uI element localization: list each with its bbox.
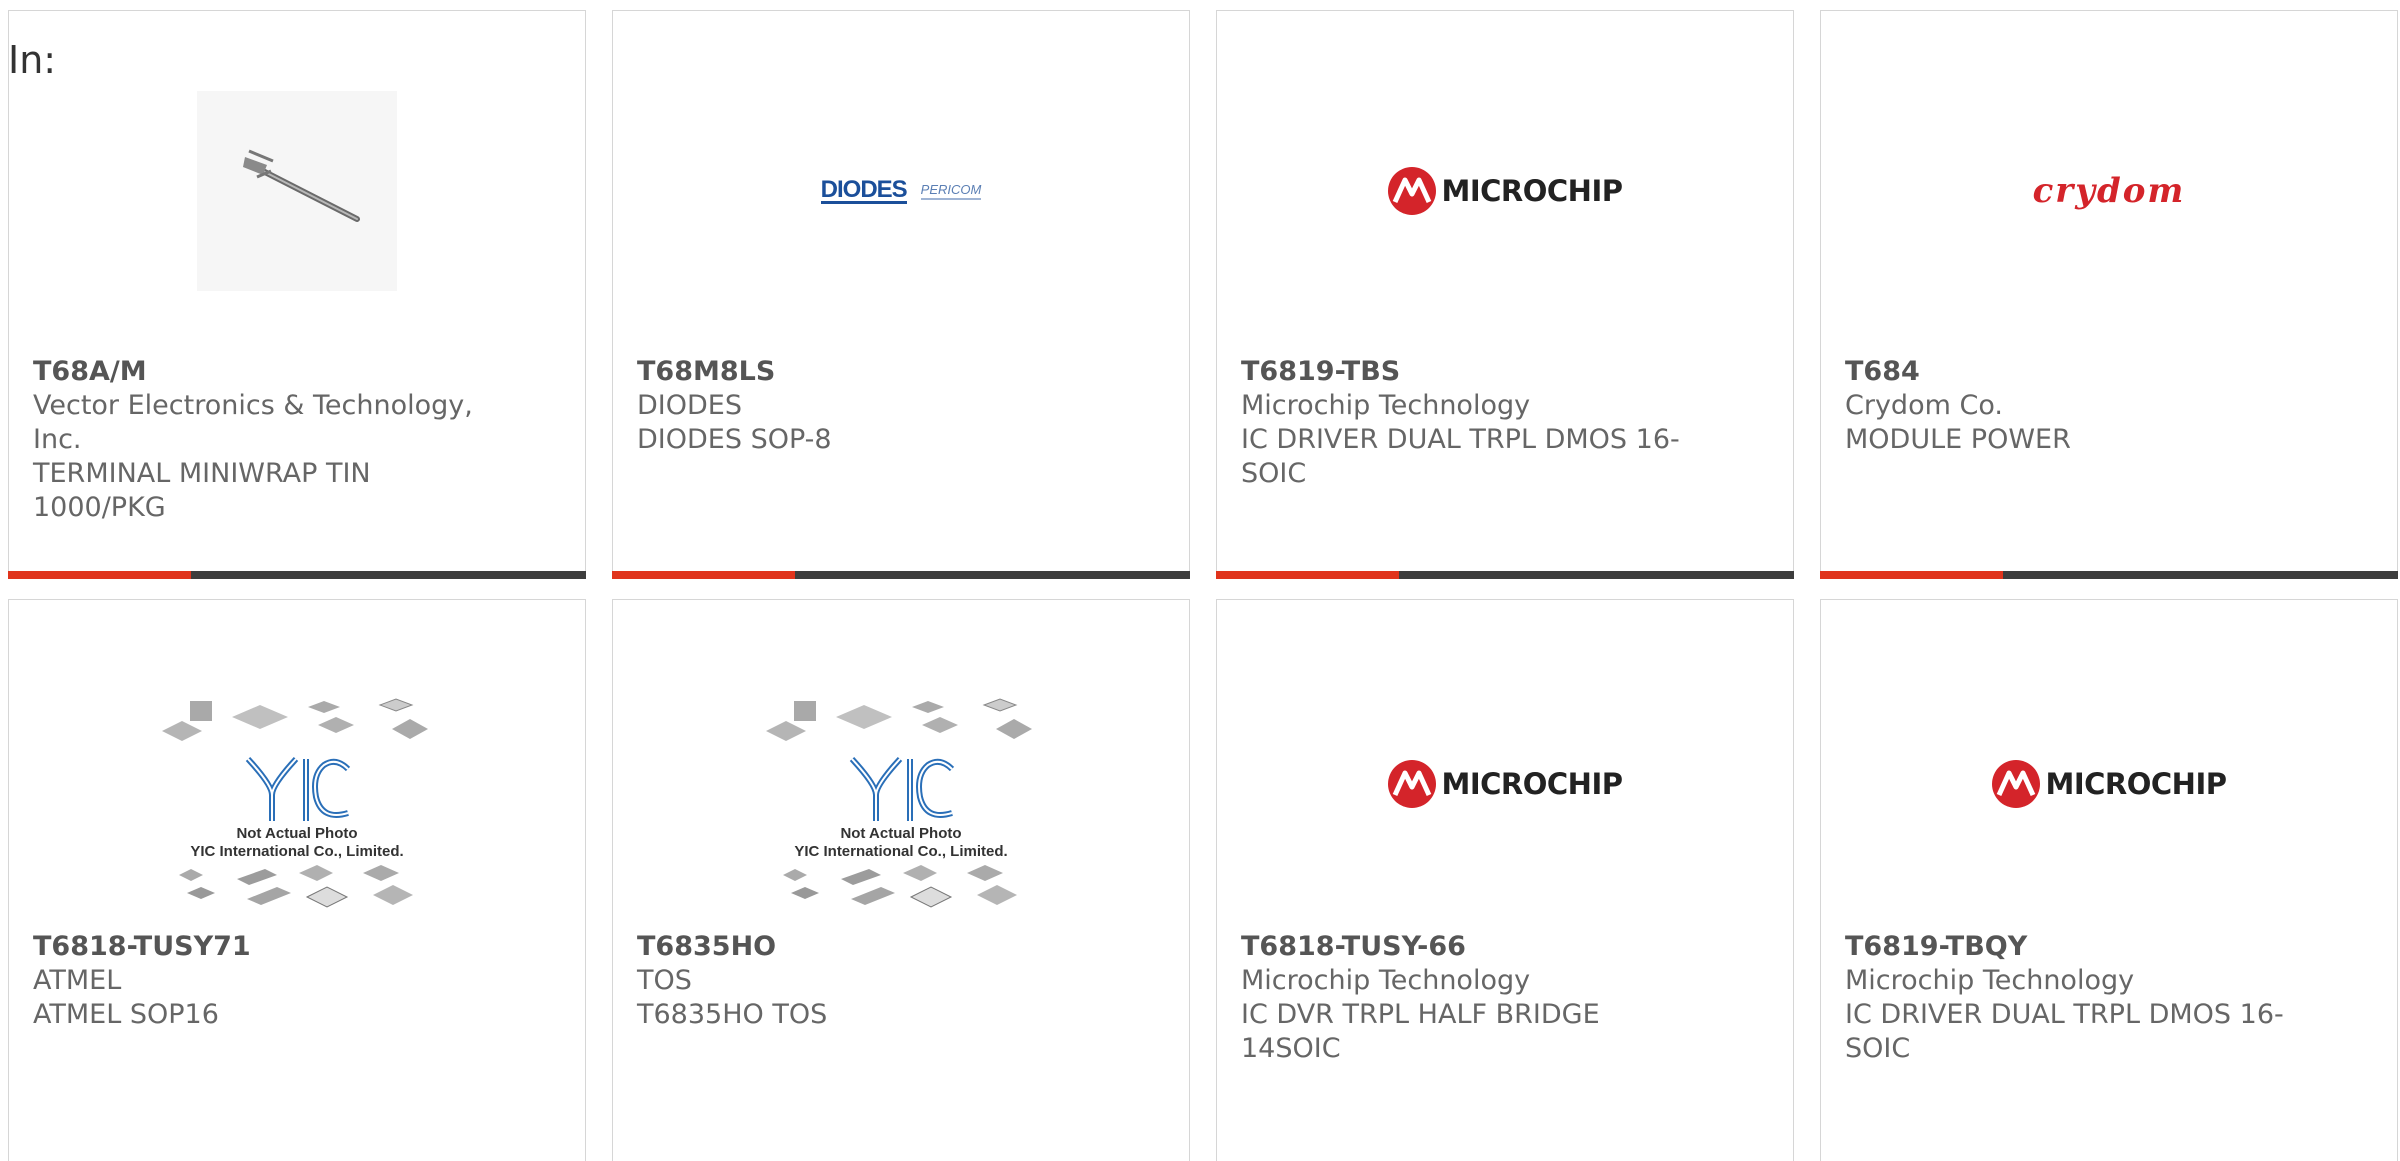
product-info: T68M8LS DIODES DIODES SOP-8 [637, 355, 1077, 457]
manufacturer-line: Inc. [33, 424, 82, 455]
yic-logo-icon [849, 756, 955, 821]
card-bar [612, 571, 1190, 579]
product-info: T68A/M Vector Electronics & Technology, … [33, 355, 473, 525]
product-image[interactable]: MICROCHIP [1217, 664, 1793, 904]
product-card[interactable]: T68A/M Vector Electronics & Technology, … [8, 10, 586, 579]
product-image[interactable]: MICROCHIP [1217, 71, 1793, 311]
card-bar-accent [612, 571, 795, 579]
product-image[interactable]: Not Actual Photo YIC International Co., … [9, 686, 585, 926]
page: In: T68A/M Vector Electronics & Technolo… [0, 0, 2400, 1161]
product-image[interactable]: DIODES PERICOM [613, 71, 1189, 311]
caption-line: Not Actual Photo [840, 825, 962, 842]
card-bar [1216, 571, 1794, 579]
manufacturer-line: DIODES [637, 390, 742, 421]
product-grid: T68A/M Vector Electronics & Technology, … [8, 10, 2398, 1161]
in-label: In: [8, 38, 57, 82]
description-line: IC DVR TRPL HALF BRIDGE [1241, 999, 1600, 1030]
card-bar [1820, 571, 2398, 579]
part-number[interactable]: T684 [1845, 355, 2285, 389]
product-card[interactable]: Not Actual Photo YIC International Co., … [612, 599, 1190, 1161]
microchip-icon [1388, 167, 1437, 215]
product-info: T6819-TBQY Microchip Technology IC DRIVE… [1845, 930, 2285, 1066]
terminal-pin-icon [197, 91, 397, 291]
part-number[interactable]: T68A/M [33, 355, 473, 389]
product-info: T6835HO TOS T6835HO TOS [637, 930, 1077, 1032]
part-number[interactable]: T6818-TUSY71 [33, 930, 473, 964]
card-bar-accent [1216, 571, 1399, 579]
product-card[interactable]: crydom T684 Crydom Co. MODULE POWER [1820, 10, 2398, 579]
ic-packages-icon [179, 865, 413, 908]
description-line: ATMEL SOP16 [33, 999, 219, 1030]
ic-packages-icon [783, 865, 1017, 908]
caption-line: YIC International Co., Limited. [190, 843, 404, 860]
microchip-logo-text: MICROCHIP [1441, 767, 1623, 801]
product-info: T6818-TUSY71 ATMEL ATMEL SOP16 [33, 930, 473, 1032]
description-line: T6835HO TOS [637, 999, 828, 1030]
microchip-icon [1388, 760, 1437, 808]
part-number[interactable]: T6819-TBS [1241, 355, 1681, 389]
product-image[interactable]: crydom [1821, 71, 2397, 311]
manufacturer-line: Microchip Technology [1845, 965, 2135, 996]
crydom-logo: crydom [2032, 171, 2186, 211]
diodes-logo-text: DIODES [820, 175, 908, 204]
product-card[interactable]: MICROCHIP T6819-TBS Microchip Technology… [1216, 10, 1794, 579]
description-line: TERMINAL MINIWRAP TIN [33, 458, 371, 489]
part-number[interactable]: T6818-TUSY-66 [1241, 930, 1681, 964]
caption-line: YIC International Co., Limited. [794, 843, 1008, 860]
manufacturer-line: Microchip Technology [1241, 390, 1531, 421]
description-line: MODULE POWER [1845, 424, 2071, 455]
product-card[interactable]: Not Actual Photo YIC International Co., … [8, 599, 586, 1161]
description-line: DIODES SOP-8 [637, 424, 832, 455]
product-info: T6819-TBS Microchip Technology IC DRIVER… [1241, 355, 1681, 491]
part-number[interactable]: T6835HO [637, 930, 1077, 964]
ic-packages-icon [766, 698, 1032, 741]
diodes-logo: DIODES PERICOM [820, 175, 982, 204]
caption-line: Not Actual Photo [236, 825, 358, 842]
manufacturer-line: ATMEL [33, 965, 122, 996]
product-card[interactable]: MICROCHIP T6819-TBQY Microchip Technolog… [1820, 599, 2398, 1161]
product-image[interactable]: MICROCHIP [1821, 664, 2397, 904]
product-card[interactable]: MICROCHIP T6818-TUSY-66 Microchip Techno… [1216, 599, 1794, 1161]
manufacturer-line: Microchip Technology [1241, 965, 1531, 996]
manufacturer-line: Vector Electronics & Technology, [33, 390, 473, 421]
product-info: T6818-TUSY-66 Microchip Technology IC DV… [1241, 930, 1681, 1066]
microchip-logo-text: MICROCHIP [1441, 174, 1623, 208]
microchip-logo-text: MICROCHIP [2045, 767, 2227, 801]
card-bar-accent [1820, 571, 2003, 579]
pericom-logo-text: PERICOM [920, 182, 982, 200]
product-image[interactable]: Not Actual Photo YIC International Co., … [613, 686, 1189, 926]
manufacturer-line: Crydom Co. [1845, 390, 2003, 421]
description-line: 1000/PKG [33, 492, 166, 523]
yic-logo-icon [245, 756, 351, 821]
product-info: T684 Crydom Co. MODULE POWER [1845, 355, 2285, 457]
description-line: SOIC [1845, 1033, 1911, 1064]
image-caption: Not Actual Photo YIC International Co., … [794, 825, 1007, 861]
description-line: IC DRIVER DUAL TRPL DMOS 16- [1845, 999, 2284, 1030]
part-number[interactable]: T6819-TBQY [1845, 930, 2285, 964]
description-line: 14SOIC [1241, 1033, 1341, 1064]
card-bar [8, 571, 586, 579]
product-card[interactable]: DIODES PERICOM T68M8LS DIODES DIODES SOP… [612, 10, 1190, 579]
microchip-icon [1992, 760, 2041, 808]
ic-packages-icon [162, 698, 428, 741]
product-image[interactable] [9, 71, 585, 311]
description-line: IC DRIVER DUAL TRPL DMOS 16- [1241, 424, 1680, 455]
microchip-logo: MICROCHIP [1387, 759, 1623, 809]
manufacturer-line: TOS [637, 965, 692, 996]
description-line: SOIC [1241, 458, 1307, 489]
image-caption: Not Actual Photo YIC International Co., … [190, 825, 403, 861]
card-bar-accent [8, 571, 191, 579]
microchip-logo: MICROCHIP [1387, 166, 1623, 216]
microchip-logo: MICROCHIP [1991, 759, 2227, 809]
part-number[interactable]: T68M8LS [637, 355, 1077, 389]
